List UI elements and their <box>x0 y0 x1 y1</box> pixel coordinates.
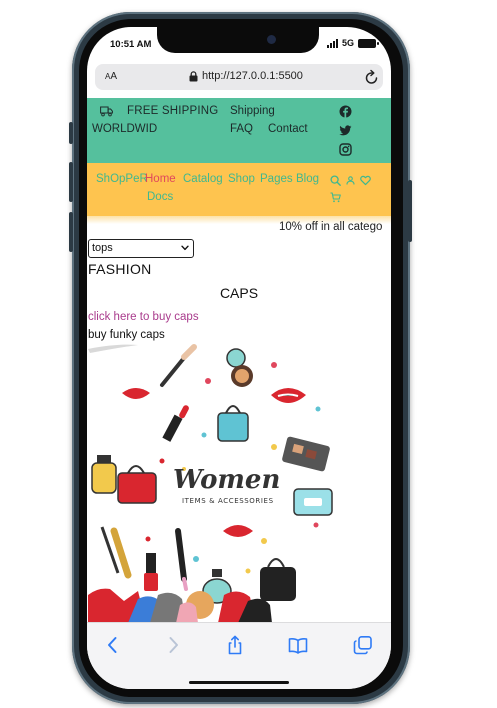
phone-power-button <box>408 180 412 242</box>
wallet-icon <box>293 488 333 516</box>
reload-icon[interactable] <box>365 69 379 85</box>
free-shipping-text-wrap: WORLDWID <box>92 123 158 135</box>
brush-stroke <box>88 344 138 353</box>
user-icon[interactable] <box>346 176 355 185</box>
facebook-icon[interactable] <box>339 105 352 118</box>
top-link-contact[interactable]: Contact <box>268 123 308 135</box>
product-description: buy funky caps <box>88 329 165 341</box>
battery-icon <box>358 38 380 48</box>
brand-logo[interactable]: ShOpPeR <box>96 173 148 185</box>
compact-mirror-icon <box>226 348 253 387</box>
image-headline: Women <box>173 465 280 495</box>
top-info-bar: FREE SHIPPING WORLDWID Shipping FAQ Cont… <box>87 98 391 163</box>
lipstick-icon <box>162 405 189 442</box>
tabs-icon[interactable] <box>353 635 373 655</box>
phone-volume-down-button <box>69 212 73 252</box>
nav-pages[interactable]: Pages <box>260 173 293 185</box>
url-text[interactable]: http://127.0.0.1:5500 <box>202 70 303 82</box>
network-label: 5G <box>342 38 355 48</box>
bookmarks-icon[interactable] <box>288 635 308 655</box>
phone-screen: 10:51 AM 5G AA http://127.0.0.1:5500 FRE… <box>87 27 391 689</box>
home-indicator[interactable] <box>189 681 289 684</box>
notch <box>157 27 319 53</box>
perfume-icon <box>91 455 117 494</box>
product-link[interactable]: click here to buy caps <box>88 311 199 323</box>
main-navbar: ShOpPeR Home Catalog Shop Pages Blog Doc… <box>87 163 391 216</box>
heart-icon[interactable] <box>360 175 371 186</box>
eyeshadow-palette-icon <box>282 436 330 472</box>
signal-icon <box>327 38 338 48</box>
status-time: 10:51 AM <box>110 39 152 50</box>
nav-docs[interactable]: Docs <box>147 191 173 203</box>
text-size-large-label: A <box>110 71 118 82</box>
truck-icon <box>100 106 113 117</box>
phone-side-button <box>69 122 73 144</box>
lock-icon <box>189 71 198 82</box>
search-icon[interactable] <box>330 175 341 186</box>
promo-marquee: 10% off in all catego <box>279 221 383 233</box>
product-title: CAPS <box>219 285 259 301</box>
top-link-faq[interactable]: FAQ <box>230 123 253 135</box>
share-icon[interactable] <box>225 635 245 655</box>
nav-home[interactable]: Home <box>145 173 176 185</box>
image-subline: ITEMS & ACCESSORIES <box>182 497 274 505</box>
clothes-pile <box>88 588 272 623</box>
nav-catalog[interactable]: Catalog <box>183 173 223 185</box>
browser-toolbar <box>87 622 391 689</box>
top-link-shipping[interactable]: Shipping <box>230 105 275 117</box>
category-select-value: tops <box>92 242 113 254</box>
text-size-button[interactable]: AA <box>105 71 117 82</box>
twitter-icon[interactable] <box>339 124 352 137</box>
category-select[interactable]: tops <box>88 239 194 258</box>
back-icon[interactable] <box>103 635 123 655</box>
makeup-brush-icon <box>160 344 197 387</box>
forward-icon[interactable] <box>163 635 183 655</box>
phone-volume-up-button <box>69 162 73 202</box>
chevron-down-icon <box>181 245 189 251</box>
product-image: Women ITEMS & ACCESSORIES <box>88 344 333 623</box>
nav-blog[interactable]: Blog <box>296 173 319 185</box>
instagram-icon[interactable] <box>339 143 352 156</box>
section-heading: FASHION <box>88 261 152 277</box>
front-camera <box>267 35 276 44</box>
free-shipping-text: FREE SHIPPING <box>127 105 219 117</box>
mascara-icon <box>100 526 188 591</box>
lips-icon <box>122 388 306 537</box>
nav-shop[interactable]: Shop <box>228 173 255 185</box>
cart-icon[interactable] <box>330 192 341 203</box>
address-bar[interactable]: AA http://127.0.0.1:5500 <box>95 64 383 90</box>
status-indicators: 5G <box>327 38 380 48</box>
